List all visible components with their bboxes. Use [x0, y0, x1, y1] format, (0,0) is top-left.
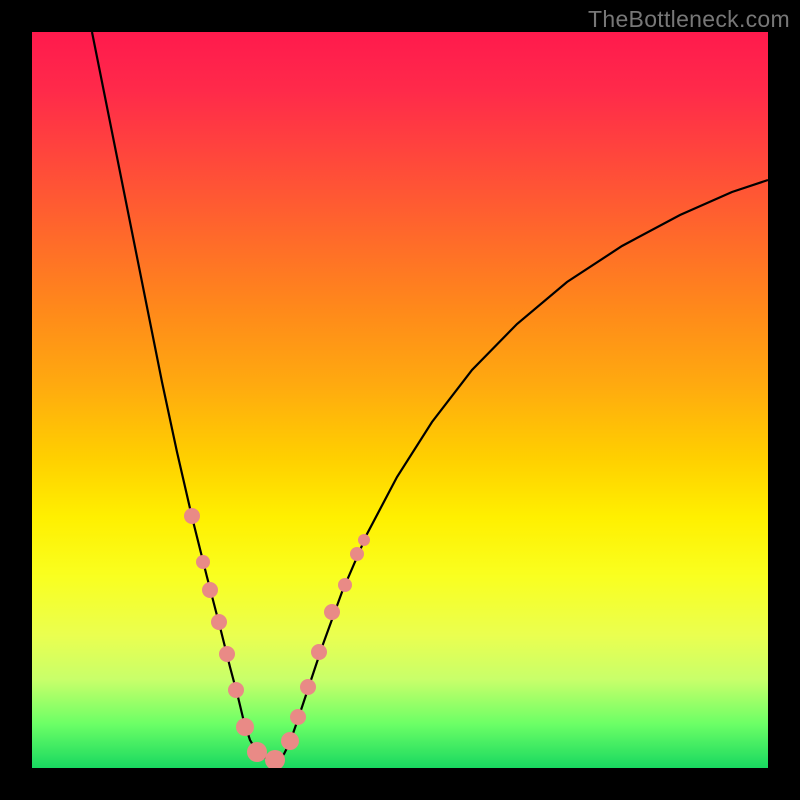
scatter-dot — [184, 508, 200, 524]
scatter-dot — [265, 750, 285, 768]
scatter-dot — [281, 732, 299, 750]
scatter-dot — [247, 742, 267, 762]
scatter-dot — [311, 644, 327, 660]
scatter-dot — [196, 555, 210, 569]
scatter-dot — [290, 709, 306, 725]
watermark-text: TheBottleneck.com — [588, 6, 790, 33]
right-curve — [278, 180, 768, 760]
scatter-dot — [338, 578, 352, 592]
scatter-dot — [350, 547, 364, 561]
scatter-dot — [211, 614, 227, 630]
scatter-dots — [184, 508, 370, 768]
chart-svg — [32, 32, 768, 768]
plot-area — [32, 32, 768, 768]
scatter-dot — [228, 682, 244, 698]
scatter-dot — [324, 604, 340, 620]
scatter-dot — [219, 646, 235, 662]
scatter-dot — [358, 534, 370, 546]
left-curve — [92, 32, 278, 760]
scatter-dot — [236, 718, 254, 736]
scatter-dot — [202, 582, 218, 598]
chart-frame: TheBottleneck.com — [0, 0, 800, 800]
scatter-dot — [300, 679, 316, 695]
